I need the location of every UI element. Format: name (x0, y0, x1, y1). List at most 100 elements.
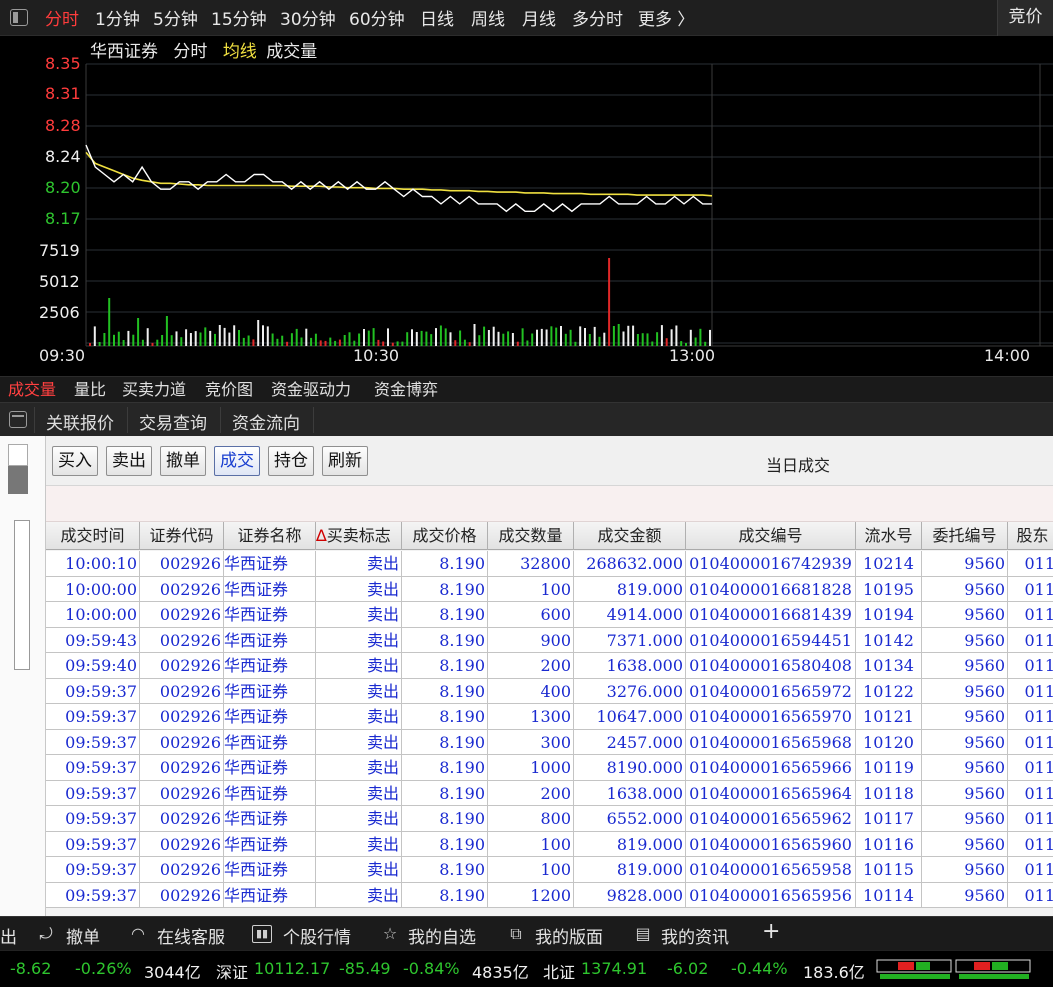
cell-serial: 10195 (856, 576, 922, 602)
volume-bar (545, 329, 548, 346)
table-row[interactable]: 10:00:00 002926 华西证券 卖出 8.190 100 819.000 01040… (46, 576, 1053, 602)
cell-code: 002926 (140, 653, 224, 678)
nav-tree-item[interactable] (8, 444, 28, 466)
cell-name: 华西证券 (224, 704, 316, 729)
sz-change: -85.49 (339, 959, 391, 978)
nav-tree-selected[interactable] (8, 466, 28, 494)
cell-trade-no: 0104000016565966 (686, 755, 856, 780)
buy-button[interactable]: 买入 (52, 446, 98, 476)
tab-1min[interactable]: 1分钟 (95, 5, 140, 30)
col-time[interactable]: 成交时间 (46, 522, 140, 550)
nav-strip (0, 436, 46, 916)
volume-bar (324, 340, 327, 346)
bid-button[interactable]: 竞价 (997, 0, 1053, 36)
tab-trade-query[interactable]: 交易查询 (139, 409, 207, 434)
tab-15min[interactable]: 15分钟 (211, 5, 267, 30)
table-row[interactable]: 09:59:43 002926 华西证券 卖出 8.190 900 7371.000 0104… (46, 627, 1053, 653)
cell-order-no: 9560 (922, 704, 1008, 729)
cell-code: 002926 (140, 857, 224, 882)
bottom-item-news[interactable]: 我的资讯 (661, 923, 729, 948)
cell-holder: 011 (1008, 551, 1053, 576)
col-trade-no[interactable]: 成交编号 (686, 522, 856, 550)
table-row[interactable]: 09:59:37 002926 华西证券 卖出 8.190 100 819.000 01040… (46, 857, 1053, 883)
breadth-red-sh (898, 962, 914, 970)
table-row[interactable]: 09:59:40 002926 华西证券 卖出 8.190 200 1638.000 0104… (46, 653, 1053, 679)
table-row[interactable]: 09:59:37 002926 华西证券 卖出 8.190 100 819.000 01040… (46, 831, 1053, 857)
panel-toggle-icon[interactable] (10, 9, 28, 26)
bottom-item-exit[interactable]: 出 (0, 923, 17, 948)
nav-scrollbar[interactable] (14, 520, 30, 670)
volume-bar (516, 341, 519, 346)
bottom-item-support[interactable]: 在线客服 (157, 923, 225, 948)
tab-volume[interactable]: 成交量 (5, 377, 59, 402)
cell-amount: 10647.000 (574, 704, 686, 729)
col-holder[interactable]: 股东 (1008, 522, 1053, 550)
table-row[interactable]: 10:00:00 002926 华西证券 卖出 8.190 600 4914.000 0104… (46, 602, 1053, 628)
sz-name[interactable]: 深证 (216, 959, 248, 983)
volume-bar (526, 340, 529, 346)
table-row[interactable]: 09:59:37 002926 华西证券 卖出 8.190 300 2457.000 0104… (46, 729, 1053, 755)
cell-order-no: 9560 (922, 551, 1008, 576)
tab-more[interactable]: 更多 〉 (638, 5, 694, 30)
cell-trade-no: 0104000016594451 (686, 627, 856, 653)
undo-icon: ⤾ (39, 924, 53, 943)
volume-bar (665, 338, 668, 346)
col-code[interactable]: 证券代码 (140, 522, 224, 550)
volume-bar (622, 331, 625, 346)
cell-amount: 6552.000 (574, 806, 686, 831)
table-row[interactable]: 09:59:37 002926 华西证券 卖出 8.190 800 6552.000 0104… (46, 806, 1053, 832)
bottom-item-quotes[interactable]: 个股行情 (283, 923, 351, 948)
tab-fund-flow[interactable]: 资金流向 (232, 409, 300, 434)
table-row[interactable]: 09:59:37 002926 华西证券 卖出 8.190 1000 8190.000 010… (46, 755, 1053, 781)
cancel-order-button[interactable]: 撤单 (160, 446, 206, 476)
bz-name[interactable]: 北证 (543, 959, 575, 983)
tab-intraday[interactable]: 分时 (45, 5, 79, 30)
tab-daily[interactable]: 日线 (420, 5, 454, 30)
col-qty[interactable]: 成交数量 (488, 522, 574, 550)
cell-order-no: 9560 (922, 678, 1008, 704)
col-price[interactable]: 成交价格 (402, 522, 488, 550)
cell-qty: 300 (488, 729, 574, 755)
sell-button[interactable]: 卖出 (106, 446, 152, 476)
tab-auction-chart[interactable]: 竞价图 (202, 377, 256, 402)
refresh-button[interactable]: 刷新 (322, 446, 368, 476)
tab-fund-game[interactable]: 资金博弈 (371, 377, 441, 402)
tab-multi-intraday[interactable]: 多分时 (572, 5, 623, 30)
bottom-item-watchlist[interactable]: 我的自选 (408, 923, 476, 948)
tab-related-quotes[interactable]: 关联报价 (46, 409, 114, 434)
tab-buy-sell-force[interactable]: 买卖力道 (119, 377, 189, 402)
bottom-item-cancel[interactable]: 撤单 (66, 923, 100, 948)
cell-serial: 10120 (856, 729, 922, 755)
trades-button[interactable]: 成交 (214, 446, 260, 476)
tab-monthly[interactable]: 月线 (522, 5, 556, 30)
add-icon[interactable]: + (762, 919, 780, 944)
tab-5min[interactable]: 5分钟 (153, 5, 198, 30)
volume-bar (579, 326, 582, 346)
col-side[interactable]: ∆买卖标志 (316, 522, 402, 550)
cell-name: 华西证券 (224, 576, 316, 602)
volume-bar (156, 339, 159, 346)
volume-bar (233, 325, 236, 346)
tab-weekly[interactable]: 周线 (471, 5, 505, 30)
tab-volume-ratio[interactable]: 量比 (71, 377, 109, 402)
positions-button[interactable]: 持仓 (268, 446, 314, 476)
col-serial[interactable]: 流水号 (856, 522, 922, 550)
table-row[interactable]: 09:59:37 002926 华西证券 卖出 8.190 400 3276.000 0104… (46, 678, 1053, 704)
collapse-panel-icon[interactable] (9, 411, 27, 428)
table-row[interactable]: 09:59:37 002926 华西证券 卖出 8.190 1300 10647.000 01… (46, 704, 1053, 730)
tab-fund-driver[interactable]: 资金驱动力 (268, 377, 354, 402)
intraday-chart[interactable] (0, 36, 1053, 376)
table-row[interactable]: 09:59:37 002926 华西证券 卖出 8.190 200 1638.000 0104… (46, 780, 1053, 806)
col-name[interactable]: 证券名称 (224, 522, 316, 550)
tab-60min[interactable]: 60分钟 (349, 5, 405, 30)
tab-30min[interactable]: 30分钟 (280, 5, 336, 30)
cell-name: 华西证券 (224, 780, 316, 806)
col-order-no[interactable]: 委托编号 (922, 522, 1008, 550)
col-amount[interactable]: 成交金额 (574, 522, 686, 550)
bottom-item-layout[interactable]: 我的版面 (535, 923, 603, 948)
table-row[interactable]: 09:59:37 002926 华西证券 卖出 8.190 1200 9828.000 010… (46, 882, 1053, 908)
table-row[interactable]: 10:00:10 002926 华西证券 卖出 8.190 32800 268632.000… (46, 551, 1053, 577)
cell-side: 卖出 (316, 831, 402, 857)
volume-bar (603, 332, 606, 346)
cell-holder: 011 (1008, 730, 1053, 755)
